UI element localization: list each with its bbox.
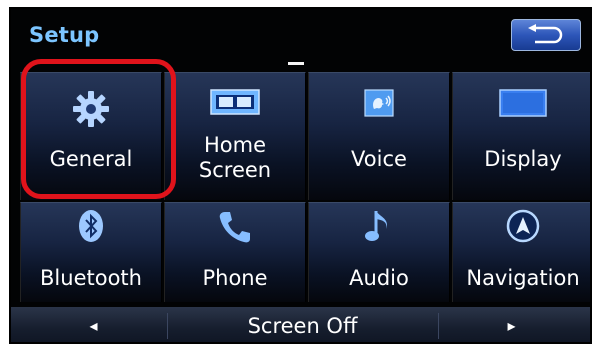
screen-off-button[interactable]: Screen Off [168,307,437,342]
home-screen-layout-icon [165,89,305,115]
menu-item-label: Home Screen [198,133,272,182]
menu-item-phone[interactable]: Phone [164,202,306,302]
left-arrow-icon: ◂ [89,316,98,335]
page-title: Setup [29,23,100,47]
navigation-icon [453,209,590,243]
menu-item-label: Audio [349,266,409,290]
voice-icon [309,89,449,117]
menu-item-navigation[interactable]: Navigation [452,202,590,302]
music-note-icon [309,209,449,245]
back-button[interactable] [511,19,581,51]
page-indicator [288,62,304,65]
bottom-bar: ◂ Screen Off ▸ [11,307,590,342]
menu-item-voice[interactable]: Voice [308,72,450,200]
menu-item-audio[interactable]: Audio [308,202,450,302]
menu-item-label: Display [484,147,562,171]
menu-item-home-screen[interactable]: Home Screen [164,72,306,200]
right-arrow-icon: ▸ [507,316,516,335]
next-page-button[interactable]: ▸ [439,307,584,342]
display-icon [453,89,590,117]
bluetooth-icon [21,209,161,243]
phone-icon [165,209,305,245]
menu-item-bluetooth[interactable]: Bluetooth [20,202,162,302]
general-highlight-box [21,59,176,199]
previous-page-button[interactable]: ◂ [21,307,166,342]
menu-item-label: Phone [202,266,268,290]
menu-item-label: Voice [351,147,407,171]
menu-item-label: Navigation [466,266,580,290]
screen-off-label: Screen Off [247,313,358,338]
menu-item-label: Bluetooth [40,266,142,290]
return-arrow-icon [528,24,563,44]
menu-item-display[interactable]: Display [452,72,590,200]
